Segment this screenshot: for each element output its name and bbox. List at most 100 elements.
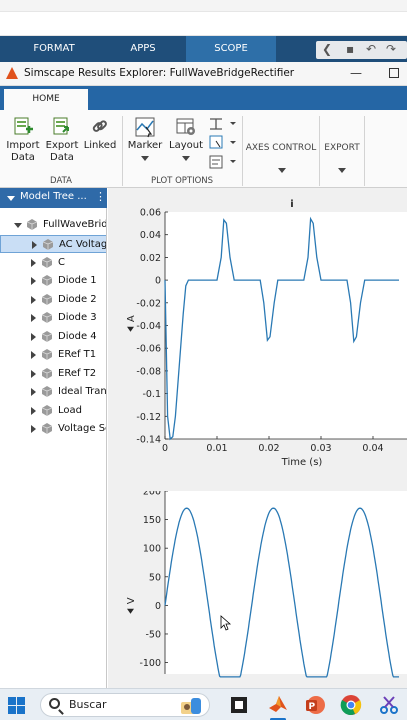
save-icon[interactable]: ▪: [346, 42, 354, 56]
more-options-icon[interactable]: ⋮: [95, 190, 106, 203]
collapsed-icon[interactable]: [31, 277, 36, 285]
taskbar-search[interactable]: Buscar: [40, 693, 210, 717]
x-tick-label: 0.03: [310, 443, 331, 454]
tree-item-label: Load: [58, 404, 82, 416]
y-tick-label: -0.02: [136, 298, 161, 309]
axes-control-button[interactable]: AXES CONTROL: [243, 143, 319, 153]
tree-item-label: AC Voltage: [59, 239, 107, 250]
collapsed-icon[interactable]: [31, 388, 36, 396]
node-cube-icon: [42, 386, 52, 397]
collapsed-icon[interactable]: [31, 425, 36, 433]
tree-item[interactable]: AC Voltage: [0, 235, 107, 253]
import-data-button[interactable]: Import Data: [4, 116, 42, 164]
layout-dropdown-icon[interactable]: [182, 156, 190, 161]
linked-button[interactable]: Linked: [82, 116, 118, 152]
data-tips-icon[interactable]: [209, 155, 236, 169]
axis-interact-icon: [127, 326, 134, 332]
y-axis-label: V: [126, 597, 137, 604]
y-tick-label: 50: [149, 572, 161, 583]
tab-apps[interactable]: APPS: [100, 36, 186, 62]
tree-item[interactable]: Diode 2: [0, 291, 106, 309]
chart-title: v: [289, 478, 296, 489]
tree-root[interactable]: FullWaveBridg: [0, 216, 106, 234]
expanded-icon[interactable]: [14, 223, 22, 228]
y-tick-label: 150: [143, 515, 161, 526]
tree-item-label: Diode 1: [58, 275, 97, 286]
tree-item[interactable]: Diode 4: [0, 328, 106, 346]
x-tick-label: 0.04: [362, 443, 383, 454]
node-cube-icon: [42, 404, 52, 416]
collapsed-icon[interactable]: [31, 295, 36, 304]
tree-item-label: ERef T1: [58, 349, 97, 360]
node-cube-icon: [42, 349, 52, 360]
marker-label: Marker: [127, 140, 163, 151]
tab-format[interactable]: FORMAT: [8, 36, 100, 62]
tree-item[interactable]: C: [0, 254, 106, 272]
export-dropdown-icon[interactable]: [338, 168, 346, 173]
node-cube-icon: [42, 256, 52, 268]
plot-voltage: 200 150 100 50 0 -50 -100 v V: [126, 478, 407, 678]
model-tree-header[interactable]: Model Tree ... ⋮: [0, 188, 107, 208]
y-tick-label: 0.02: [140, 253, 161, 264]
tree-item[interactable]: Voltage Se: [0, 420, 107, 438]
select-region-icon[interactable]: [209, 135, 236, 149]
browser-top-area: [0, 0, 407, 36]
y-tick-label: -0.1: [142, 389, 161, 400]
collapse-icon[interactable]: [7, 196, 15, 201]
tree-item[interactable]: Diode 1: [0, 272, 106, 290]
quick-access-toolbar: ❮ ▪ ↶ ↷: [316, 41, 407, 59]
collapsed-icon[interactable]: [31, 406, 36, 415]
back-icon[interactable]: ❮: [322, 42, 332, 56]
export-data-button[interactable]: Export Data: [43, 116, 81, 164]
plot-small-tools[interactable]: [208, 116, 238, 172]
marker-icon: [135, 117, 155, 138]
tree-item[interactable]: Ideal Trans: [0, 383, 106, 401]
tab-home[interactable]: HOME: [4, 89, 88, 110]
tree-item-label: C: [58, 256, 65, 268]
link-icon: [92, 120, 107, 132]
snipping-tool-icon[interactable]: [378, 694, 400, 716]
export-group-button[interactable]: EXPORT: [320, 143, 364, 153]
redo-icon[interactable]: ↷: [386, 42, 396, 56]
node-cube-icon: [43, 239, 53, 250]
maximize-icon[interactable]: [389, 68, 399, 78]
collapsed-icon[interactable]: [31, 258, 36, 267]
node-cube-icon: [42, 367, 52, 379]
task-view-icon[interactable]: [230, 696, 248, 714]
group-plot-options-label: PLOT OPTIONS: [150, 176, 214, 186]
axes-control-dropdown-icon[interactable]: [278, 168, 286, 173]
tree-item[interactable]: ERef T2: [0, 365, 106, 383]
y-tick-label: 200: [143, 487, 161, 498]
layout-button[interactable]: Layout: [166, 116, 206, 161]
node-cube-icon: [42, 330, 52, 342]
scope-plots[interactable]: 0.06 0.04 0.02 0 -0.02 -0.04 -0.06 -0.08 -0.1 -0.…: [108, 188, 407, 688]
tree-item[interactable]: Load: [0, 402, 106, 420]
collapsed-icon[interactable]: [32, 241, 37, 249]
marker-button[interactable]: Marker: [126, 116, 164, 161]
node-cube-icon: [42, 275, 52, 286]
matlab-taskbar-icon[interactable]: [267, 693, 289, 715]
y-tick-label: -0.06: [136, 344, 161, 355]
tree-item[interactable]: ERef T1: [0, 346, 106, 364]
tree-item-label: Voltage Se: [58, 423, 107, 434]
tree-item-label: Diode 2: [58, 293, 97, 305]
plot-area: 0.06 0.04 0.02 0 -0.02 -0.04 -0.06 -0.08 -0.1 -0.…: [108, 188, 407, 688]
powerpoint-icon[interactable]: P: [304, 694, 326, 716]
zoom-axes-icon[interactable]: [210, 118, 236, 130]
chrome-icon[interactable]: [340, 694, 362, 716]
collapsed-icon[interactable]: [31, 314, 36, 322]
collapsed-icon[interactable]: [31, 369, 36, 378]
tab-scope[interactable]: SCOPE: [186, 36, 276, 62]
collapsed-icon[interactable]: [31, 332, 36, 341]
x-tick-label: 0.02: [258, 443, 279, 454]
node-cube-icon: [27, 219, 37, 230]
minimize-icon[interactable]: —: [350, 66, 362, 80]
marker-dropdown-icon[interactable]: [141, 156, 149, 161]
collapsed-icon[interactable]: [31, 351, 36, 359]
windows-start-icon[interactable]: [8, 697, 25, 714]
x-tick-label: 0.01: [206, 443, 227, 454]
tree-item[interactable]: Diode 3: [0, 309, 106, 327]
y-tick-label: 0.04: [140, 230, 161, 241]
y-tick-label: 0: [155, 601, 161, 612]
undo-icon[interactable]: ↶: [366, 42, 376, 56]
